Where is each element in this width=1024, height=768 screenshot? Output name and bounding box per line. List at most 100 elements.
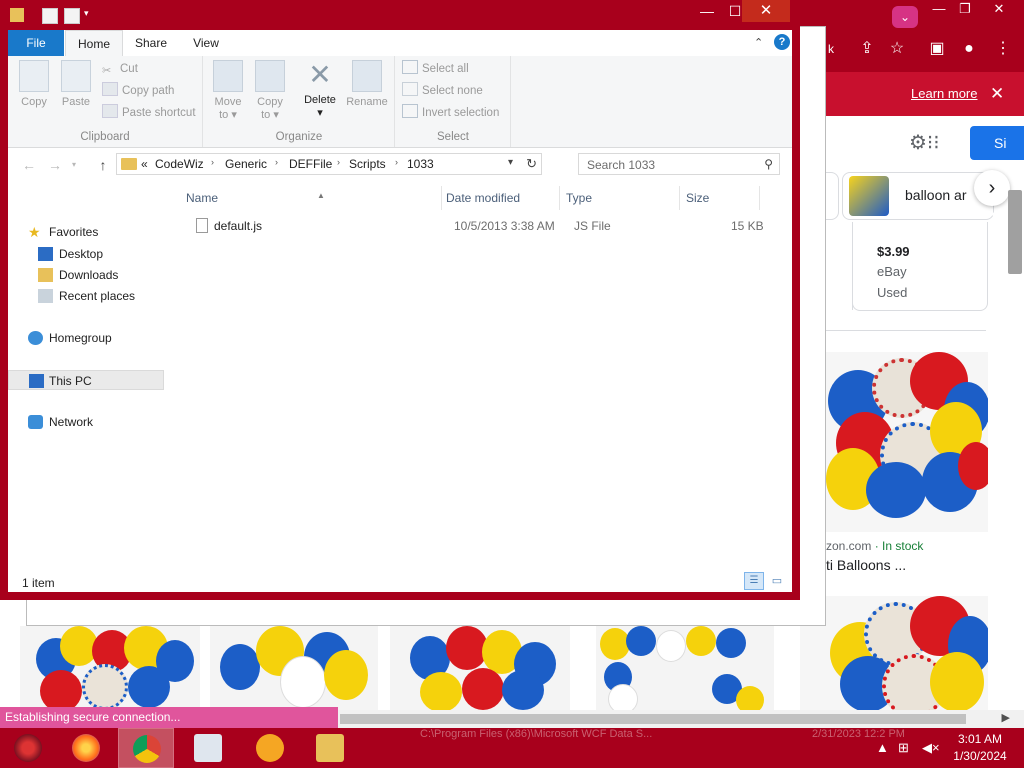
breadcrumb-separator-icon[interactable]: › — [337, 157, 340, 167]
taskbar-monitor[interactable] — [180, 728, 236, 768]
refresh-icon[interactable]: ↻ — [526, 156, 537, 172]
nav-network[interactable]: Network — [8, 412, 164, 432]
chevron-down-icon[interactable]: ⌄ — [892, 6, 918, 28]
rename-button[interactable]: Rename — [344, 60, 390, 108]
table-row[interactable]: default.js 10/5/2013 3:38 AM JS File 15 … — [180, 216, 770, 236]
paste-shortcut-button[interactable]: Paste shortcut — [102, 104, 196, 122]
breadcrumb-overflow[interactable]: « — [141, 157, 148, 171]
network-tray-icon[interactable]: ⊞ — [898, 740, 909, 756]
sign-in-button[interactable]: Si — [970, 126, 1024, 160]
clock-time[interactable]: 3:01 AM — [950, 732, 1010, 746]
product-card[interactable]: $3.99 eBay Used — [852, 222, 988, 311]
tab-file[interactable]: File — [8, 30, 64, 56]
select-none-button[interactable]: Select none — [402, 82, 483, 100]
search-input[interactable] — [579, 154, 759, 176]
close-icon[interactable]: ✕ — [990, 84, 1004, 104]
file-name: default.js — [214, 219, 263, 233]
large-icons-view-icon[interactable]: ▭ — [768, 572, 786, 590]
explorer-titlebar[interactable]: ▾ — ☐ ✕ — [0, 0, 800, 30]
chrome-toolbar: k ⇪ ☆ ▣ ● ⋮ — [820, 30, 1024, 72]
product-image[interactable] — [20, 626, 200, 710]
tab-view[interactable]: View — [184, 30, 228, 56]
product-image[interactable] — [800, 596, 988, 712]
horizontal-scrollbar-thumb[interactable] — [340, 714, 966, 724]
vertical-scrollbar-thumb[interactable] — [1008, 190, 1022, 274]
copy-button[interactable]: Copy — [14, 60, 54, 108]
select-all-button[interactable]: Select all — [402, 60, 469, 78]
side-panel-icon[interactable]: ▣ — [926, 38, 948, 60]
copy-path-icon — [102, 82, 118, 96]
filter-chip-balloon[interactable]: balloon ar — [842, 172, 994, 220]
product-image[interactable] — [390, 626, 570, 710]
taskbar-chrome[interactable] — [118, 728, 174, 768]
breadcrumb-item[interactable]: DEFFile — [289, 157, 332, 171]
taskbar-firefox[interactable] — [58, 728, 114, 768]
nav-favorites[interactable]: ★ Favorites — [8, 222, 164, 242]
address-bar[interactable]: « CodeWiz › Generic › DEFFile › Scripts … — [116, 153, 542, 175]
breadcrumb-item[interactable]: CodeWiz — [155, 157, 204, 171]
chevron-down-icon[interactable]: ▾ — [70, 156, 78, 174]
search-box[interactable]: ⚲ — [578, 153, 780, 176]
breadcrumb-item[interactable]: 1033 — [407, 157, 434, 171]
close-icon[interactable]: ✕ — [982, 0, 1016, 18]
product-card[interactable] — [826, 222, 853, 310]
breadcrumb-separator-icon[interactable]: › — [211, 157, 214, 167]
details-view-icon[interactable]: ☰ — [744, 572, 764, 590]
chevron-down-icon[interactable]: ▾ — [508, 157, 513, 168]
product-image[interactable] — [826, 352, 988, 532]
nav-this-pc[interactable]: This PC — [8, 370, 164, 390]
column-header-type[interactable]: Type — [560, 186, 680, 210]
start-orb-icon — [14, 734, 42, 762]
back-arrow-icon[interactable]: ← — [20, 156, 38, 174]
taskbar-search-tool[interactable] — [242, 728, 298, 768]
nav-recent-places[interactable]: Recent places — [8, 286, 164, 306]
cut-button[interactable]: ✂ Cut — [102, 60, 138, 78]
nav-downloads[interactable]: Downloads — [8, 265, 164, 285]
chevron-up-icon[interactable]: ⌃ — [754, 36, 763, 49]
properties-icon[interactable] — [42, 8, 58, 24]
restore-icon[interactable]: ❐ — [948, 0, 982, 18]
product-image[interactable] — [596, 626, 774, 710]
forward-arrow-icon[interactable]: → — [46, 156, 64, 174]
delete-button[interactable]: ✕ Delete ▾ — [300, 60, 340, 120]
scroll-right-icon[interactable]: ▶ — [1002, 711, 1010, 724]
search-icon[interactable]: ⚲ — [764, 157, 773, 171]
breadcrumb-separator-icon[interactable]: › — [275, 157, 278, 167]
menu-kebab-icon[interactable]: ⋮ — [992, 38, 1014, 60]
copy-path-button[interactable]: Copy path — [102, 82, 174, 100]
invert-selection-button[interactable]: Invert selection — [402, 104, 499, 122]
nav-desktop[interactable]: Desktop — [8, 244, 164, 264]
help-icon[interactable]: ? — [774, 34, 790, 50]
column-header-name[interactable]: ▲ Name — [180, 186, 442, 210]
learn-more-link[interactable]: Learn more — [911, 86, 977, 101]
tab-home[interactable]: Home — [65, 30, 123, 56]
minimize-icon[interactable]: — — [692, 1, 722, 21]
up-arrow-icon[interactable]: ↑ — [94, 156, 112, 174]
clock-date[interactable]: 1/30/2024 — [950, 749, 1010, 763]
chevron-right-icon[interactable]: › — [974, 170, 1010, 206]
breadcrumb-item[interactable]: Generic — [225, 157, 267, 171]
filter-chip[interactable] — [826, 172, 839, 220]
new-folder-icon[interactable] — [64, 8, 80, 24]
product-title[interactable]: ti Balloons ... — [826, 557, 906, 573]
breadcrumb-separator-icon[interactable]: › — [395, 157, 398, 167]
close-icon[interactable]: ✕ — [742, 0, 790, 22]
show-hidden-icons-icon[interactable]: ▲ — [876, 740, 889, 755]
column-header-date-modified[interactable]: Date modified — [440, 186, 560, 210]
chevron-down-icon[interactable]: ▾ — [84, 8, 98, 22]
profile-avatar-icon[interactable]: ● — [958, 38, 980, 60]
taskbar-file-explorer[interactable] — [302, 728, 358, 768]
volume-muted-icon[interactable]: ◀× — [922, 740, 940, 756]
paste-button[interactable]: Paste — [56, 60, 96, 108]
start-button[interactable] — [0, 728, 56, 768]
tab-share[interactable]: Share — [126, 30, 176, 56]
settings-apps-icon[interactable]: ⚙⁝⁝ — [909, 130, 949, 154]
copy-to-button[interactable]: Copy to ▾ — [250, 60, 290, 121]
move-to-button[interactable]: Move to ▾ — [208, 60, 248, 121]
product-image[interactable] — [210, 626, 378, 710]
share-icon[interactable]: ⇪ — [856, 38, 878, 60]
bookmark-star-icon[interactable]: ☆ — [886, 38, 908, 60]
breadcrumb-item[interactable]: Scripts — [349, 157, 386, 171]
nav-homegroup[interactable]: Homegroup — [8, 328, 164, 348]
column-header-size[interactable]: Size — [680, 186, 760, 210]
